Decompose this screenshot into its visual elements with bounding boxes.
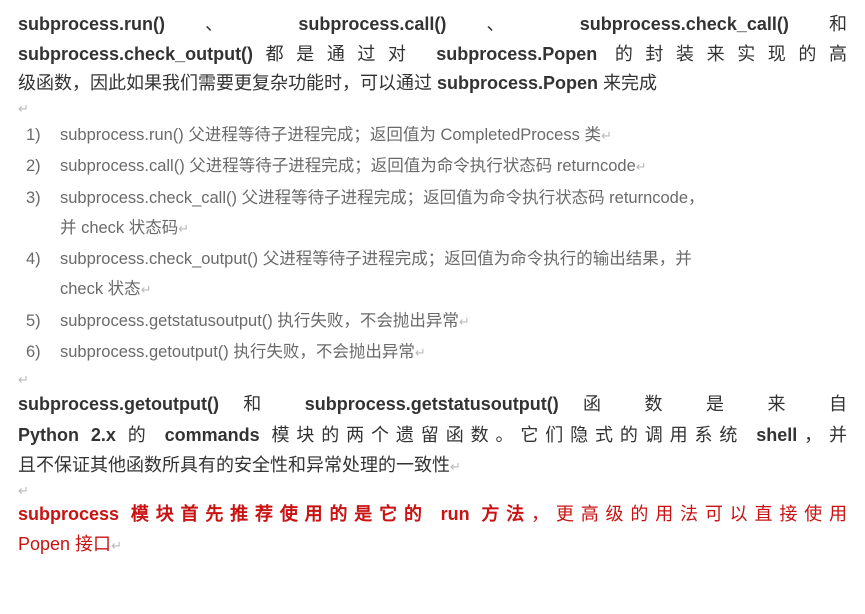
list-text: subprocess.getoutput() 执行失败，不会抛出异常↵ — [60, 338, 847, 368]
text: 和 — [789, 14, 847, 34]
list-item: 5) subprocess.getstatusoutput() 执行失败，不会抛… — [26, 307, 847, 337]
list-number: 2) — [26, 152, 60, 182]
code-getoutput: subprocess.getoutput() — [18, 394, 219, 414]
return-mark-icon: ↵ — [111, 538, 122, 553]
list-text: subprocess.getstatusoutput() 执行失败，不会抛出异常… — [60, 307, 847, 337]
code-getstatusoutput: subprocess.getstatusoutput() — [305, 394, 559, 414]
intro-paragraph: subprocess.run() 、 subprocess.call() 、 s… — [18, 10, 847, 99]
paragraph-mark: ↵ — [18, 372, 847, 388]
return-mark-icon: ↵ — [141, 282, 152, 297]
sep: 、 — [165, 14, 298, 34]
return-mark-icon: ↵ — [636, 159, 647, 174]
text: 的 — [116, 425, 165, 445]
code-check-call: subprocess.check_call() — [580, 14, 789, 34]
list-text: subprocess.check_call() 父进程等待子进程完成；返回值为命… — [60, 184, 847, 243]
list-text: subprocess.call() 父进程等待子进程完成；返回值为命令执行状态码… — [60, 152, 847, 182]
return-mark-icon: ↵ — [459, 314, 470, 329]
code-commands: commands — [165, 425, 260, 445]
code-call: subprocess.call() — [298, 14, 446, 34]
text: 模块的两个遗留函数。它们隐式的调用系统 — [260, 425, 757, 445]
list-item: 2) subprocess.call() 父进程等待子进程完成；返回值为命令执行… — [26, 152, 847, 182]
text: 来完成 — [598, 73, 657, 93]
list-item: 1) subprocess.run() 父进程等待子进程完成；返回值为 Comp… — [26, 121, 847, 151]
paragraph-mark: ↵ — [18, 101, 847, 117]
list-number: 3) — [26, 184, 60, 214]
text: 的封装来实现的高 — [597, 44, 847, 64]
list-item: 6) subprocess.getoutput() 执行失败，不会抛出异常↵ — [26, 338, 847, 368]
list-item: 4) subprocess.check_output() 父进程等待子进程完成；… — [26, 245, 847, 304]
list-number: 5) — [26, 307, 60, 337]
paragraph-mark: ↵ — [18, 483, 847, 499]
list-number: 4) — [26, 245, 60, 275]
list-item: 3) subprocess.check_call() 父进程等待子进程完成；返回… — [26, 184, 847, 243]
sep: 、 — [446, 14, 579, 34]
highlight-text: subprocess 模块首先推荐使用的是它的 run 方法 — [18, 504, 531, 524]
text: Popen 接口 — [18, 534, 111, 554]
list-text: subprocess.check_output() 父进程等待子进程完成；返回值… — [60, 245, 847, 304]
text: 函 数 是 来 自 — [559, 394, 847, 414]
return-mark-icon: ↵ — [601, 128, 612, 143]
text: ，并 — [797, 425, 847, 445]
code-popen: subprocess.Popen — [437, 73, 598, 93]
return-mark-icon: ↵ — [415, 345, 426, 360]
code-shell: shell — [756, 425, 797, 445]
text: 都是通过对 — [253, 44, 436, 64]
code-run: subprocess.run() — [18, 14, 165, 34]
text: ，更高级的用法可以直接使用 — [531, 504, 847, 524]
code-popen: subprocess.Popen — [436, 44, 597, 64]
recommendation-paragraph: subprocess 模块首先推荐使用的是它的 run 方法，更高级的用法可以直… — [18, 500, 847, 559]
code-python2: Python 2.x — [18, 425, 116, 445]
text: 和 — [219, 394, 305, 414]
function-list: 1) subprocess.run() 父进程等待子进程完成；返回值为 Comp… — [18, 121, 847, 369]
return-mark-icon: ↵ — [178, 221, 189, 236]
list-text: subprocess.run() 父进程等待子进程完成；返回值为 Complet… — [60, 121, 847, 151]
list-number: 6) — [26, 338, 60, 368]
list-number: 1) — [26, 121, 60, 151]
legacy-paragraph: subprocess.getoutput() 和 subprocess.gets… — [18, 390, 847, 481]
text: 且不保证其他函数所具有的安全性和异常处理的一致性 — [18, 455, 450, 475]
text: 级函数，因此如果我们需要更复杂功能时，可以通过 — [18, 73, 437, 93]
code-check-output: subprocess.check_output() — [18, 44, 253, 64]
return-mark-icon: ↵ — [450, 459, 461, 474]
